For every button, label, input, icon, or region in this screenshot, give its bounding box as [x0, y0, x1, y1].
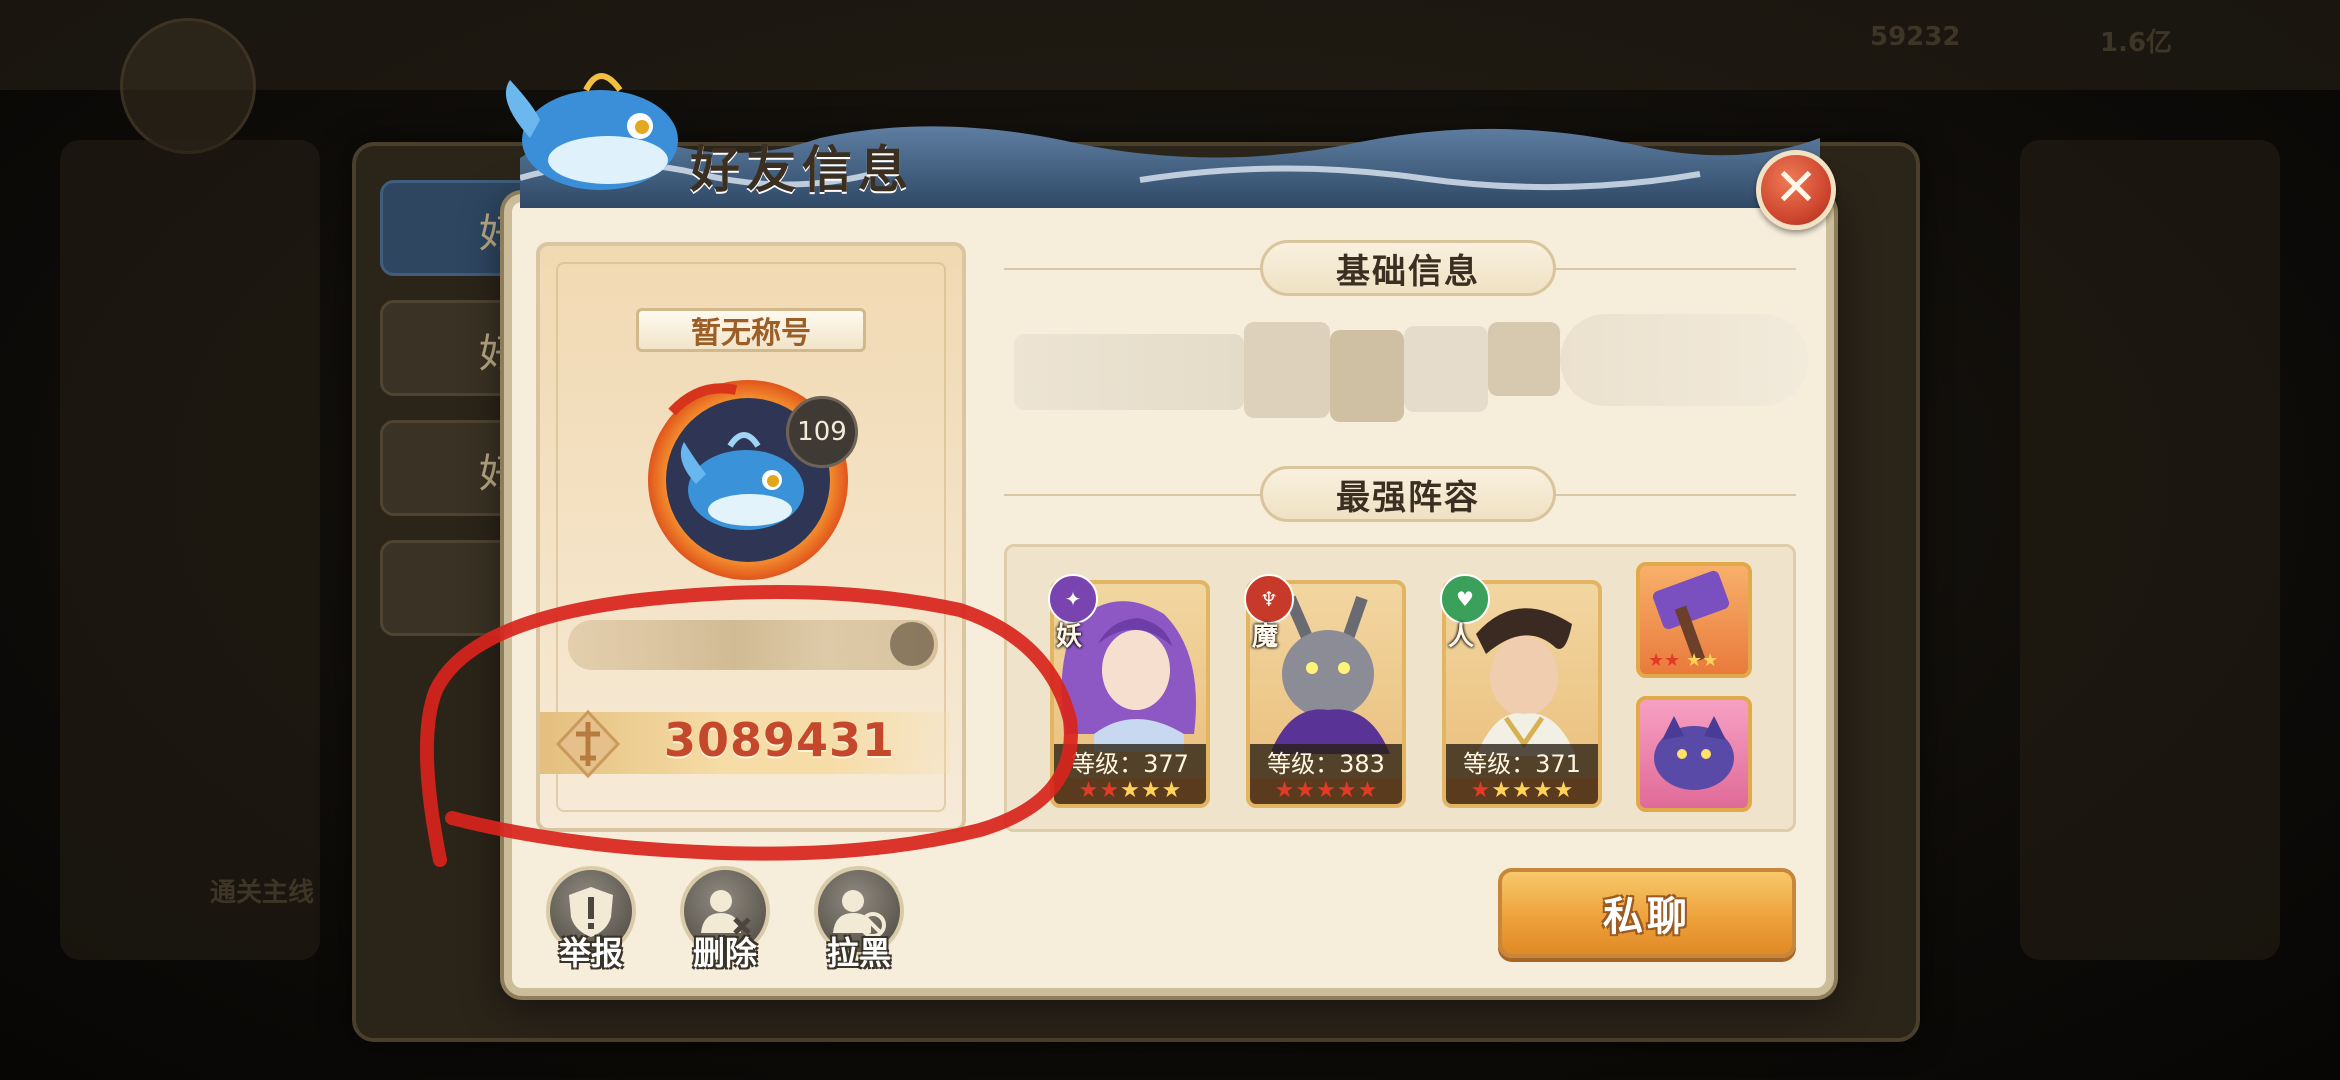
hero-2-level: 等级：383: [1250, 744, 1402, 778]
blurred-info-2: [1244, 322, 1330, 418]
hammer-artifact-slot[interactable]: ★★ ★★: [1636, 562, 1752, 678]
dragon-pet-icon: [1654, 716, 1734, 790]
blurred-info-6: [1560, 314, 1808, 406]
delete-label: 删除: [692, 934, 757, 972]
basic-info-line-right: [1552, 268, 1796, 270]
blurred-info-4: [1404, 326, 1488, 412]
blurred-name-strip: [568, 620, 938, 670]
svg-text:★★: ★★: [1648, 650, 1680, 671]
basic-info-line-left: [1004, 268, 1264, 270]
background-top-value-1: 59232: [1870, 22, 1961, 52]
blurred-info-5: [1488, 322, 1560, 396]
dialog-title: 好友信息: [690, 140, 914, 199]
power-sword-icon: [555, 709, 621, 779]
hero-3-faction: 人: [1448, 622, 1475, 652]
hero-2-stars: ★ ★ ★ ★ ★: [1250, 778, 1402, 804]
lineup-line-left: [1004, 494, 1264, 496]
player-level-badge: 109: [786, 396, 858, 468]
blurred-strip-knob: [890, 622, 934, 666]
background-side-panel-right: [2020, 140, 2280, 960]
hammer-artifact-icon: ★★ ★★: [1648, 570, 1730, 671]
basic-info-header: 基础信息: [1260, 240, 1556, 296]
hero-3-level: 等级：371: [1446, 744, 1598, 778]
background-top-value-2: 1.6亿: [2100, 28, 2173, 58]
background-avatar: [120, 18, 256, 154]
dragon-pet-slot[interactable]: [1636, 696, 1752, 812]
hero-1-level: 等级：377: [1054, 744, 1206, 778]
hero-1-stars: ★ ★ ★ ★ ★: [1054, 778, 1206, 804]
private-chat-button[interactable]: 私聊: [1498, 868, 1796, 958]
whale-mascot-icon: [505, 73, 678, 190]
close-button[interactable]: ✕: [1756, 150, 1836, 230]
hero-3-stars: ★ ★ ★ ★ ★: [1446, 778, 1598, 804]
report-label: 举报: [558, 934, 623, 972]
block-label: 拉黑: [826, 934, 891, 972]
hero-2-faction: 魔: [1252, 622, 1279, 652]
svg-text:★★: ★★: [1686, 650, 1718, 671]
lineup-header: 最强阵容: [1260, 466, 1556, 522]
player-title-plate: 暂无称号: [636, 308, 866, 352]
blurred-info-3: [1330, 330, 1404, 422]
lineup-line-right: [1552, 494, 1796, 496]
background-quest-text: 通关主线: [210, 878, 315, 908]
background-side-panel-left: [60, 140, 320, 960]
background-top-bar: [0, 0, 2340, 90]
hero-1-faction: 妖: [1056, 622, 1083, 652]
combat-power-value: 3089431: [664, 713, 896, 767]
blurred-info-1: [1014, 334, 1244, 410]
close-icon[interactable]: ✕: [1774, 162, 1818, 214]
